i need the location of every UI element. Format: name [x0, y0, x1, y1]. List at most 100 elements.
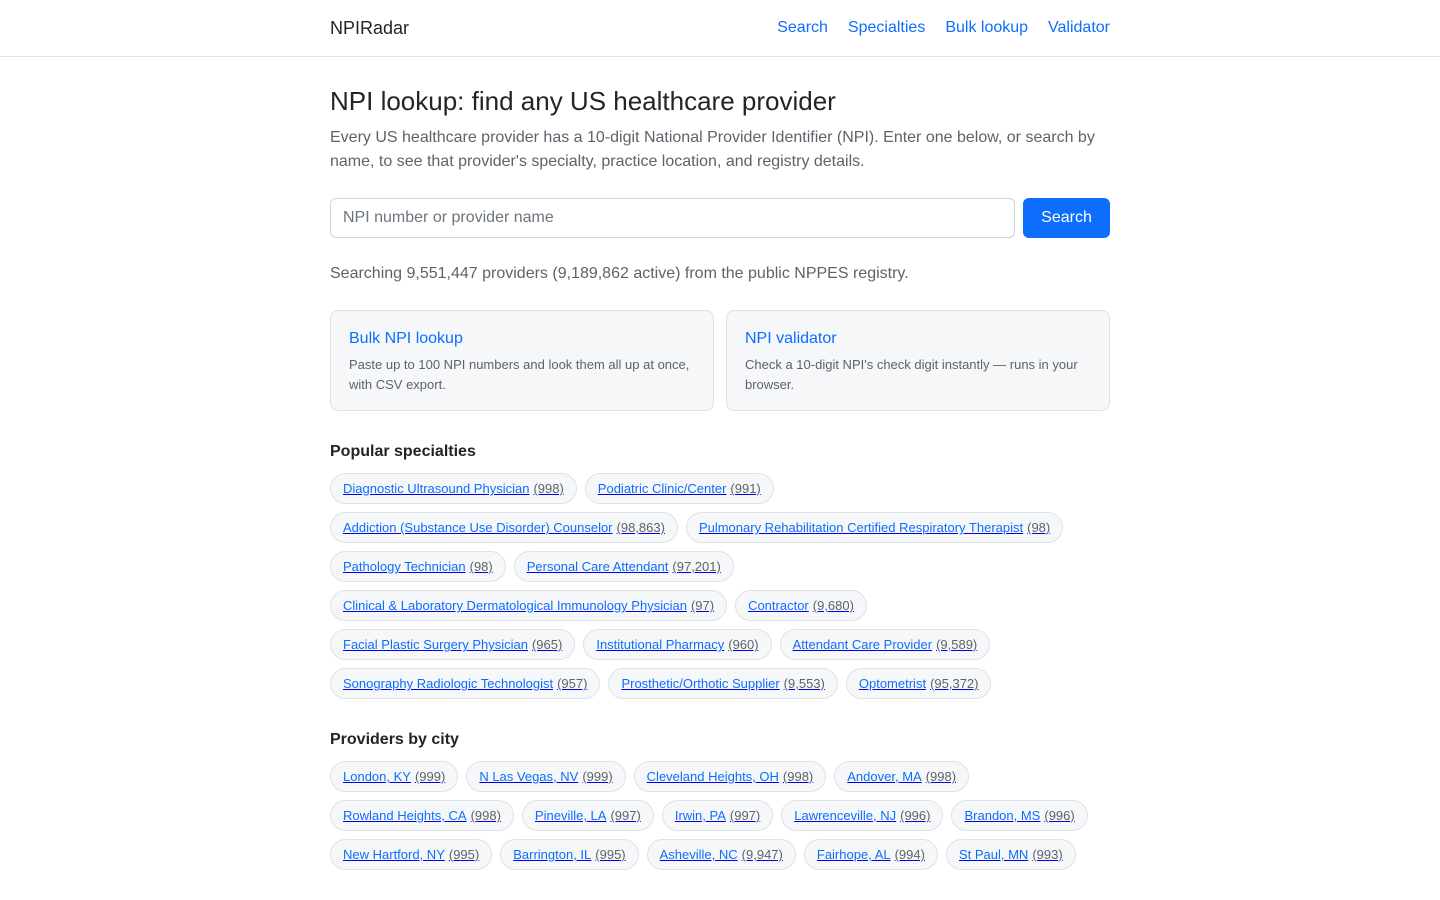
city-chip-list: London, KY (999) N Las Vegas, NV (999) Cleve… — [330, 761, 1110, 870]
city-chip-label: Brandon, MS — [964, 808, 1041, 823]
city-chip[interactable]: Irwin, PA (997) — [661, 800, 774, 831]
city-chip[interactable]: St Paul, MN (993) — [945, 839, 1076, 870]
specialty-chip-count: (97) — [690, 598, 715, 613]
city-chip[interactable]: N Las Vegas, NV (999) — [466, 761, 626, 792]
city-chip-label: Fairhope, AL — [816, 847, 891, 862]
specialty-chip-label: Institutional Pharmacy — [596, 637, 725, 652]
city-chip[interactable]: Asheville, NC (9,947) — [646, 839, 796, 870]
specialty-chip[interactable]: Contractor (9,680) — [735, 590, 867, 621]
brand-logo-link[interactable]: NPIRadar — [330, 18, 409, 39]
nav-link-search[interactable]: Search — [777, 19, 828, 37]
city-chip-count: (995) — [448, 847, 480, 862]
specialty-chip-count: (9,680) — [812, 598, 854, 613]
city-chip[interactable]: Cleveland Heights, OH (998) — [633, 761, 827, 792]
specialty-chip[interactable]: Clinical & Laboratory Dermatological Imm… — [330, 590, 728, 621]
specialty-chip[interactable]: Personal Care Attendant (97,201) — [513, 551, 734, 582]
specialty-chip-count: (957) — [557, 676, 588, 691]
specialty-chip-count: (965) — [531, 637, 563, 652]
specialty-chip[interactable]: Institutional Pharmacy (960) — [583, 629, 772, 660]
nav-link-validator[interactable]: Validator — [1048, 19, 1110, 37]
city-chip-count: (998) — [925, 769, 957, 784]
specialty-chip[interactable]: Diagnostic Ultrasound Physician (998) — [330, 473, 577, 504]
city-chip[interactable]: Rowland Heights, CA (998) — [330, 800, 514, 831]
city-chip-label: Pineville, LA — [534, 808, 607, 823]
specialty-chip-list: Diagnostic Ultrasound Physician (998) Podi… — [330, 473, 1110, 699]
specialty-chip[interactable]: Sonography Radiologic Technologist (957) — [330, 668, 601, 699]
city-chip-label: New Hartford, NY — [343, 847, 445, 862]
specialty-chip[interactable]: Addiction (Substance Use Disorder) Couns… — [330, 512, 678, 543]
city-chip-label: Andover, MA — [847, 769, 922, 784]
specialty-chip-label: Personal Care Attendant — [526, 559, 669, 574]
city-chip[interactable]: Brandon, MS (996) — [951, 800, 1088, 831]
specialty-chip-label: Addiction (Substance Use Disorder) Couns… — [343, 520, 613, 535]
search-form: Search — [330, 198, 1110, 238]
city-chip[interactable]: Fairhope, AL (994) — [803, 839, 938, 870]
validator-card: NPI validator Check a 10-digit NPI's che… — [726, 310, 1110, 411]
city-chip[interactable]: London, KY (999) — [330, 761, 459, 792]
specialty-chip-count: (97,201) — [672, 559, 721, 574]
specialty-chip-count: (9,553) — [783, 676, 825, 691]
specialty-chip[interactable]: Attendant Care Provider (9,589) — [779, 629, 991, 660]
city-chip[interactable]: Barrington, IL (995) — [500, 839, 639, 870]
registry-stats: Searching 9,551,447 providers (9,189,862… — [330, 265, 909, 282]
city-chip-count: (996) — [900, 808, 931, 823]
navbar-container: NPIRadar Search Specialties Bulk lookup … — [330, 0, 1110, 56]
search-input[interactable] — [330, 198, 1015, 238]
city-chip[interactable]: Lawrenceville, NJ (996) — [781, 800, 944, 831]
specialty-chip-count: (9,589) — [936, 637, 978, 652]
validator-description: Check a 10-digit NPI's check digit insta… — [745, 357, 1078, 392]
top-navbar: NPIRadar Search Specialties Bulk lookup … — [0, 0, 1440, 57]
specialty-chip-count: (95,372) — [930, 676, 979, 691]
main-nav: Search Specialties Bulk lookup Validator — [777, 19, 1110, 37]
city-chip-count: (995) — [595, 847, 626, 862]
city-chip-count: (999) — [582, 769, 613, 784]
specialty-chip-count: (98,863) — [616, 520, 665, 535]
tool-cards: Bulk NPI lookup Paste up to 100 NPI numb… — [330, 310, 1110, 411]
city-chip-count: (9,947) — [741, 847, 783, 862]
specialty-chip[interactable]: Pathology Technician (98) — [330, 551, 506, 582]
city-chip-count: (994) — [894, 847, 925, 862]
city-chip-count: (999) — [414, 769, 446, 784]
page-title: NPI lookup: find any US healthcare provi… — [330, 86, 836, 116]
city-chip-label: Rowland Heights, CA — [343, 808, 467, 823]
specialty-chip[interactable]: Pulmonary Rehabilitation Certified Respi… — [685, 512, 1064, 543]
city-chip-label: Barrington, IL — [513, 847, 592, 862]
specialty-chip-label: Pulmonary Rehabilitation Certified Respi… — [698, 520, 1024, 535]
specialty-chip-label: Facial Plastic Surgery Physician — [343, 637, 528, 652]
specialty-chip-count: (960) — [728, 637, 759, 652]
city-chip-label: Lawrenceville, NJ — [794, 808, 897, 823]
city-chip-count: (996) — [1044, 808, 1075, 823]
specialty-chip-count: (98) — [1027, 520, 1051, 535]
nav-link-bulk-lookup[interactable]: Bulk lookup — [945, 19, 1028, 37]
specialty-chip[interactable]: Optometrist (95,372) — [845, 668, 992, 699]
city-chip[interactable]: New Hartford, NY (995) — [330, 839, 493, 870]
bulk-lookup-description: Paste up to 100 NPI numbers and look the… — [349, 357, 690, 392]
specialty-chip-count: (98) — [469, 559, 493, 574]
city-chip-count: (993) — [1032, 847, 1063, 862]
specialty-chip[interactable]: Facial Plastic Surgery Physician (965) — [330, 629, 576, 660]
specialty-chip-label: Pathology Technician — [343, 559, 466, 574]
city-chip-label: Cleveland Heights, OH — [646, 769, 779, 784]
bulk-lookup-link[interactable]: Bulk NPI lookup — [349, 329, 695, 349]
city-chip-count: (998) — [470, 808, 501, 823]
city-chip[interactable]: Andover, MA (998) — [834, 761, 970, 792]
page-description: Every US healthcare provider has a 10-di… — [330, 129, 1095, 170]
city-chip-label: Irwin, PA — [674, 808, 726, 823]
nav-link-specialties[interactable]: Specialties — [848, 19, 925, 37]
city-chip-count: (997) — [610, 808, 641, 823]
specialty-chip[interactable]: Prosthetic/Orthotic Supplier (9,553) — [608, 668, 838, 699]
validator-link[interactable]: NPI validator — [745, 329, 1091, 349]
city-chip-label: Asheville, NC — [659, 847, 738, 862]
bulk-lookup-card: Bulk NPI lookup Paste up to 100 NPI numb… — [330, 310, 714, 411]
main-content: NPI lookup: find any US healthcare provi… — [330, 57, 1110, 870]
search-button[interactable]: Search — [1023, 198, 1110, 238]
specialty-chip-label: Prosthetic/Orthotic Supplier — [621, 676, 780, 691]
specialty-chip-label: Attendant Care Provider — [792, 637, 933, 652]
city-chip-label: St Paul, MN — [958, 847, 1029, 862]
specialty-chip-label: Clinical & Laboratory Dermatological Imm… — [343, 598, 687, 613]
specialty-chip-count: (991) — [730, 481, 761, 496]
city-chip-label: N Las Vegas, NV — [479, 769, 579, 784]
specialty-chip[interactable]: Podiatric Clinic/Center (991) — [584, 473, 774, 504]
city-chip[interactable]: Pineville, LA (997) — [521, 800, 654, 831]
city-chip-count: (998) — [782, 769, 814, 784]
